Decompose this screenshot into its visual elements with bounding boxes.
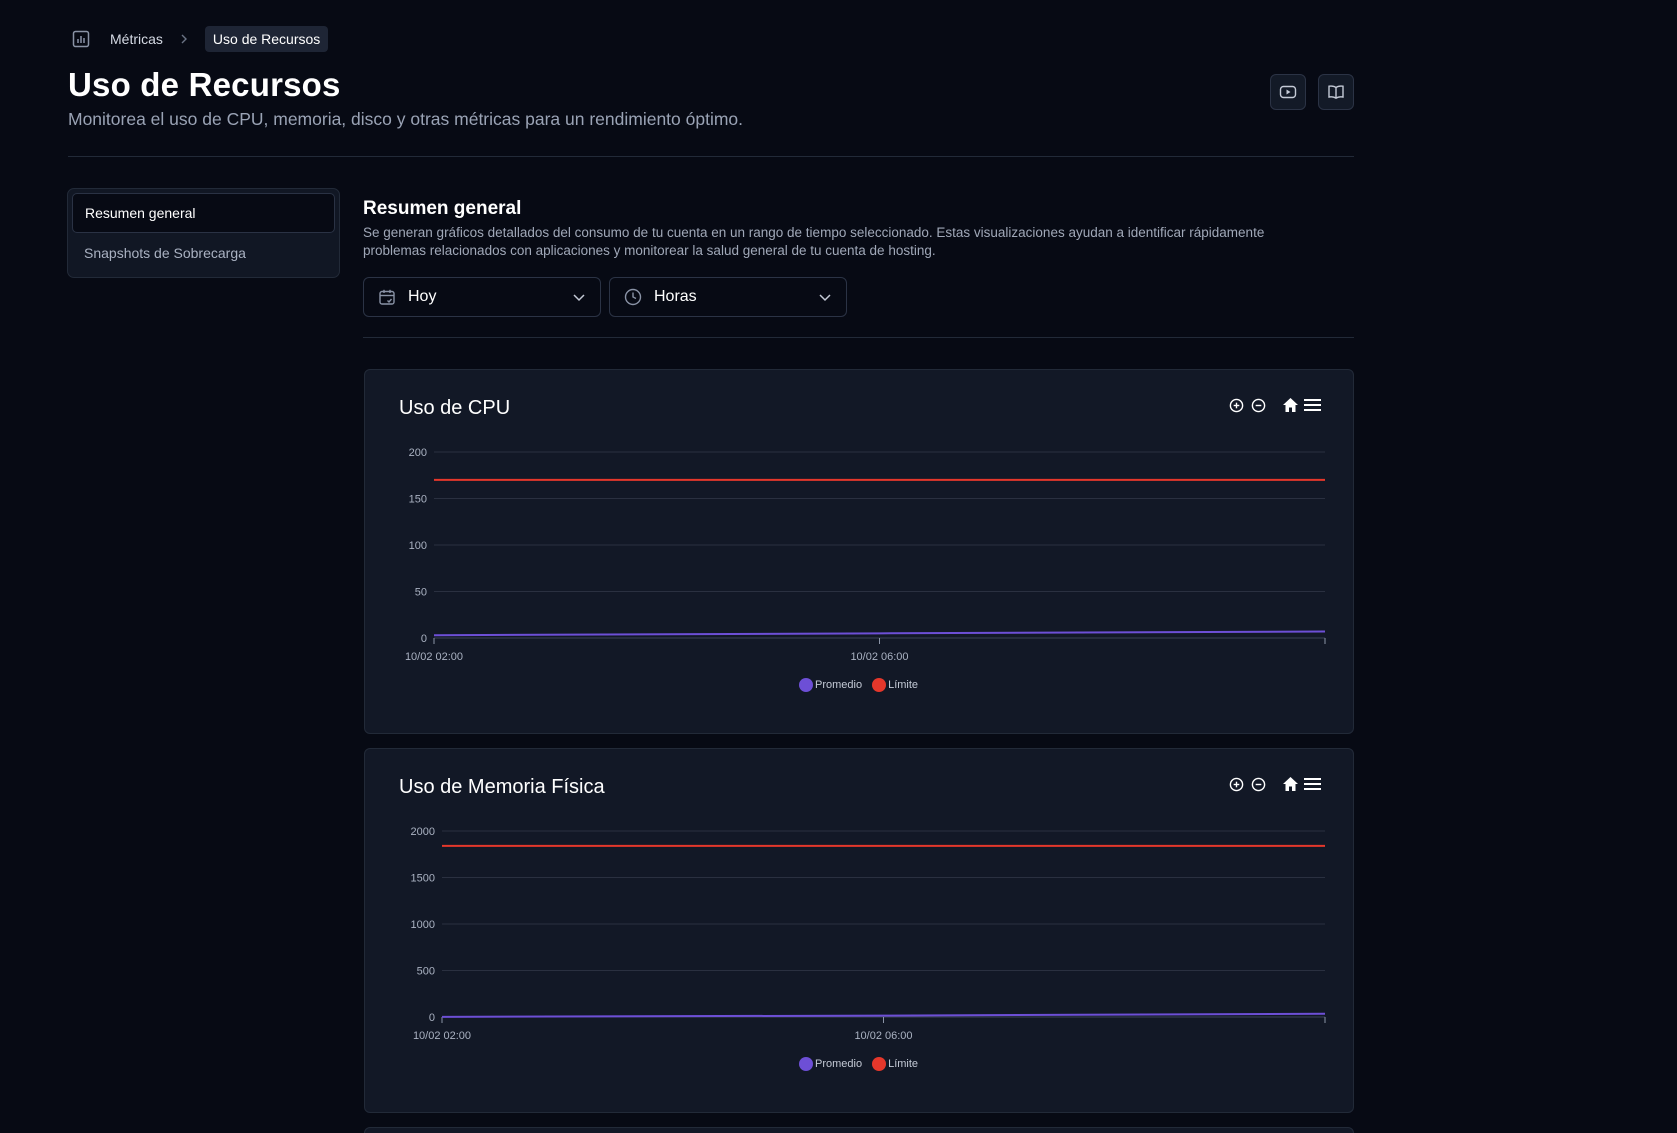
y-tick-label: 0 xyxy=(421,633,427,645)
book-icon xyxy=(1328,85,1344,100)
granularity-select[interactable]: Horas xyxy=(609,277,847,317)
chart-card-cpu: Uso de CPU 200 150 100 50 0 10/02 02:00 10/02 … xyxy=(364,369,1354,734)
y-tick-label: 0 xyxy=(429,1012,435,1024)
documentation-button[interactable] xyxy=(1318,74,1354,110)
video-tutorial-button[interactable] xyxy=(1270,74,1306,110)
filters-divider xyxy=(363,337,1354,338)
sidebar: Resumen general Snapshots de Sobrecarga xyxy=(67,188,340,278)
y-tick-label: 1500 xyxy=(411,873,435,885)
chart-card-memory: Uso de Memoria Física 2000 1500 1000 500 0 10… xyxy=(364,748,1354,1113)
sidebar-item-snapshots[interactable]: Snapshots de Sobrecarga xyxy=(72,233,335,273)
legend-dot-promedio xyxy=(799,678,813,692)
y-tick-label: 200 xyxy=(409,447,427,459)
legend-dot-limite xyxy=(872,678,887,692)
section-description: Se generan gráficos detallados del consu… xyxy=(363,225,1265,258)
y-tick-label: 150 xyxy=(409,494,427,506)
header-divider xyxy=(68,156,1354,157)
bar-chart-icon xyxy=(68,26,94,52)
clock-icon xyxy=(624,287,644,307)
date-range-value: Hoy xyxy=(408,288,437,305)
breadcrumb-link-metricas[interactable]: Métricas xyxy=(110,31,163,47)
x-tick-label: 10/02 02:00 xyxy=(405,651,463,663)
page-subtitle: Monitorea el uso de CPU, memoria, disco … xyxy=(68,109,744,129)
page-title: Uso de Recursos xyxy=(68,66,341,103)
series-line-promedio xyxy=(441,1012,1326,1018)
breadcrumb-current: Uso de Recursos xyxy=(204,26,329,52)
chart-card-next xyxy=(364,1127,1354,1133)
legend-item-promedio[interactable]: Promedio xyxy=(799,678,862,692)
legend-dot-limite xyxy=(872,1057,887,1071)
legend-item-limite[interactable]: Límite xyxy=(872,1057,918,1071)
x-tick-label: 10/02 06:00 xyxy=(854,1030,912,1042)
video-icon xyxy=(1279,85,1297,99)
legend-label: Límite xyxy=(888,679,919,691)
series-line-promedio xyxy=(433,630,1326,637)
section-title: Resumen general xyxy=(363,198,522,219)
calendar-icon xyxy=(378,287,398,307)
breadcrumb: Métricas Uso de Recursos xyxy=(68,26,329,52)
chevron-down-icon xyxy=(572,290,586,304)
sidebar-item-resumen-general[interactable]: Resumen general xyxy=(72,193,335,233)
x-tick-label: 10/02 06:00 xyxy=(850,651,908,663)
legend-label: Promedio xyxy=(815,1058,863,1070)
y-tick-label: 2000 xyxy=(411,826,435,838)
header-actions xyxy=(1270,74,1354,110)
y-tick-label: 1000 xyxy=(411,919,435,931)
x-tick-label: 10/02 02:00 xyxy=(413,1030,471,1042)
legend-dot-promedio xyxy=(799,1057,813,1071)
y-tick-label: 50 xyxy=(415,587,427,599)
y-tick-label: 500 xyxy=(417,966,435,978)
y-tick-label: 100 xyxy=(409,540,427,552)
filters: Hoy Horas xyxy=(363,277,847,317)
chart-legend: Promedio Límite xyxy=(799,678,918,692)
date-range-select[interactable]: Hoy xyxy=(363,277,601,317)
chevron-right-icon xyxy=(179,34,189,44)
legend-item-promedio[interactable]: Promedio xyxy=(799,1057,862,1071)
granularity-value: Horas xyxy=(654,288,697,305)
chart-legend: Promedio Límite xyxy=(799,1057,918,1071)
legend-label: Límite xyxy=(888,1058,919,1070)
legend-item-limite[interactable]: Límite xyxy=(872,678,918,692)
chevron-down-icon xyxy=(818,290,832,304)
legend-label: Promedio xyxy=(815,679,863,691)
